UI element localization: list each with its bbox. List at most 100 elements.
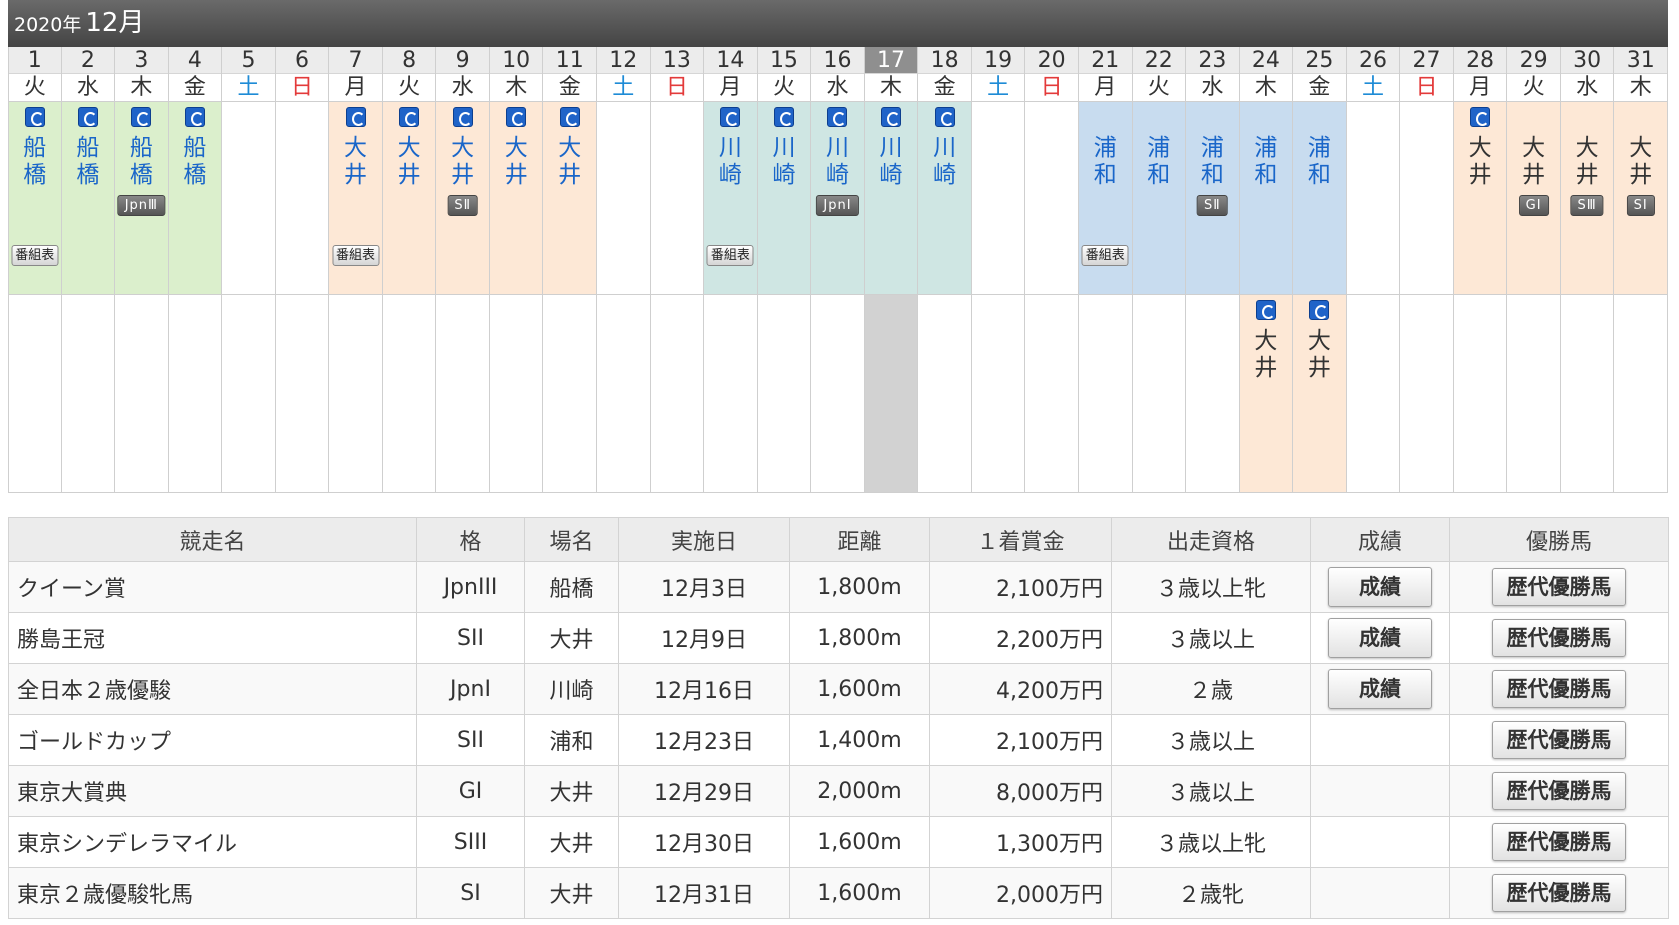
- day-column: 24 木浦和大井: [1239, 47, 1294, 493]
- venue-name[interactable]: 浦和: [1186, 135, 1239, 189]
- calendar-cell-row2: [918, 295, 971, 493]
- program-button[interactable]: 番組表: [11, 245, 59, 266]
- venue-name[interactable]: 浦和: [1133, 135, 1186, 189]
- venue-name[interactable]: 大井: [543, 135, 596, 189]
- venue-char: 大: [1468, 135, 1492, 161]
- day-of-week: 金: [918, 74, 971, 102]
- day-of-week: 火: [9, 74, 61, 102]
- prize-cell: 4,200万円: [929, 663, 1112, 715]
- results-button[interactable]: 成績: [1328, 669, 1432, 709]
- race-entry: 浦和: [1133, 102, 1186, 294]
- results-cell: [1310, 765, 1450, 817]
- venue-name[interactable]: 大井: [1614, 135, 1667, 189]
- venue-name[interactable]: 川崎: [758, 135, 811, 189]
- program-button[interactable]: 番組表: [332, 245, 380, 266]
- race-info-icon[interactable]: [452, 107, 473, 127]
- venue-name[interactable]: 大井: [1454, 135, 1507, 189]
- calendar-cell-row2: [543, 295, 597, 493]
- program-button[interactable]: 番組表: [1081, 245, 1129, 266]
- past-winners-cell: 歴代優勝馬: [1449, 663, 1669, 715]
- race-info-icon[interactable]: [1255, 300, 1276, 320]
- race-entry: 川崎番組表: [704, 102, 757, 294]
- distance-cell: 1,800m: [789, 561, 930, 613]
- venue-char: 大: [344, 135, 368, 161]
- venue-char: 大: [451, 135, 475, 161]
- race-info-icon[interactable]: [1309, 300, 1330, 320]
- table-row: 東京大賞典 GI 大井 12月29日 2,000m 8,000万円 ３歳以上 歴代優勝馬: [8, 765, 1669, 817]
- venue-name[interactable]: 大井: [329, 135, 382, 189]
- venue-name[interactable]: 大井: [1561, 135, 1614, 189]
- venue-name[interactable]: 浦和: [1079, 135, 1132, 189]
- venue-name[interactable]: 大井: [490, 135, 543, 189]
- race-info-icon[interactable]: [1470, 107, 1491, 127]
- past-winners-button[interactable]: 歴代優勝馬: [1492, 670, 1626, 708]
- program-button[interactable]: 番組表: [706, 245, 754, 266]
- race-info-icon[interactable]: [827, 107, 848, 127]
- calendar-cell-row1: 浦和: [1239, 102, 1293, 295]
- race-info-icon[interactable]: [506, 107, 527, 127]
- day-number: 16: [811, 47, 864, 74]
- eligibility-cell: ３歳以上: [1111, 765, 1311, 817]
- venue-char: 井: [1575, 162, 1599, 188]
- venue-name[interactable]: 川崎: [704, 135, 757, 189]
- calendar-cell-row2: [1346, 295, 1400, 493]
- past-winners-button[interactable]: 歴代優勝馬: [1492, 823, 1626, 861]
- venue-name[interactable]: 大井: [1293, 328, 1346, 382]
- venue-name[interactable]: 川崎: [811, 135, 864, 189]
- venue-name[interactable]: 川崎: [918, 135, 971, 189]
- venue-name[interactable]: 船橋: [9, 135, 61, 189]
- race-info-icon[interactable]: [399, 107, 420, 127]
- race-info-icon[interactable]: [24, 107, 45, 127]
- race-info-icon[interactable]: [184, 107, 205, 127]
- race-info-icon[interactable]: [773, 107, 794, 127]
- venue-name[interactable]: 浦和: [1240, 135, 1293, 189]
- calendar-cell-row2: [704, 295, 757, 493]
- eligibility-cell: ３歳以上牝: [1111, 816, 1311, 868]
- calendar-cell-row1: 浦和番組表: [1078, 102, 1132, 295]
- day-of-week: 金: [1293, 74, 1346, 102]
- day-number: 18: [918, 47, 971, 74]
- venue-char: 崎: [879, 162, 903, 188]
- results-button[interactable]: 成績: [1328, 618, 1432, 658]
- race-entry: 浦和番組表: [1079, 102, 1132, 294]
- venue-name[interactable]: 船橋: [115, 135, 168, 189]
- venue-name[interactable]: 船橋: [62, 135, 115, 189]
- day-of-week: 月: [704, 74, 757, 102]
- day-column: 31 木大井 SⅠ: [1614, 47, 1668, 493]
- race-info-icon[interactable]: [720, 107, 741, 127]
- past-winners-button[interactable]: 歴代優勝馬: [1492, 721, 1626, 759]
- venue-name[interactable]: 大井: [1507, 135, 1560, 189]
- day-column: 8火大井: [382, 47, 437, 493]
- day-number: 8: [382, 47, 436, 74]
- calendar-cell-row2: [382, 295, 436, 493]
- venue-name[interactable]: 浦和: [1293, 135, 1346, 189]
- venue-name[interactable]: 大井: [383, 135, 436, 189]
- calendar-cell-row2: [1560, 295, 1614, 493]
- past-winners-button[interactable]: 歴代優勝馬: [1492, 619, 1626, 657]
- venue-char: 井: [1522, 162, 1546, 188]
- race-info-icon[interactable]: [345, 107, 366, 127]
- day-of-week: 木: [1239, 74, 1293, 102]
- race-info-icon[interactable]: [559, 107, 580, 127]
- results-cell: 成績: [1310, 663, 1450, 715]
- race-entry: 船橋番組表: [9, 102, 61, 294]
- past-winners-button[interactable]: 歴代優勝馬: [1492, 874, 1626, 912]
- race-info-icon[interactable]: [934, 107, 955, 127]
- day-column: 14 月川崎番組表: [704, 47, 758, 493]
- venue-name[interactable]: 船橋: [169, 135, 222, 189]
- race-info-icon[interactable]: [77, 107, 98, 127]
- race-info-icon[interactable]: [131, 107, 152, 127]
- calendar-cell-row2: [597, 295, 650, 493]
- venue-name[interactable]: 大井: [1240, 328, 1293, 382]
- past-winners-button[interactable]: 歴代優勝馬: [1492, 568, 1626, 606]
- race-info-icon[interactable]: [881, 107, 902, 127]
- venue-name[interactable]: 大井: [436, 135, 489, 189]
- venue-name[interactable]: 川崎: [865, 135, 918, 189]
- day-of-week: 日: [650, 74, 704, 102]
- past-winners-button[interactable]: 歴代優勝馬: [1492, 772, 1626, 810]
- day-column: 17 木川崎: [864, 47, 919, 493]
- results-button[interactable]: 成績: [1328, 567, 1432, 607]
- venue-cell: 浦和: [524, 714, 619, 766]
- day-column: 13 日: [650, 47, 705, 493]
- venue-char: 大: [397, 135, 421, 161]
